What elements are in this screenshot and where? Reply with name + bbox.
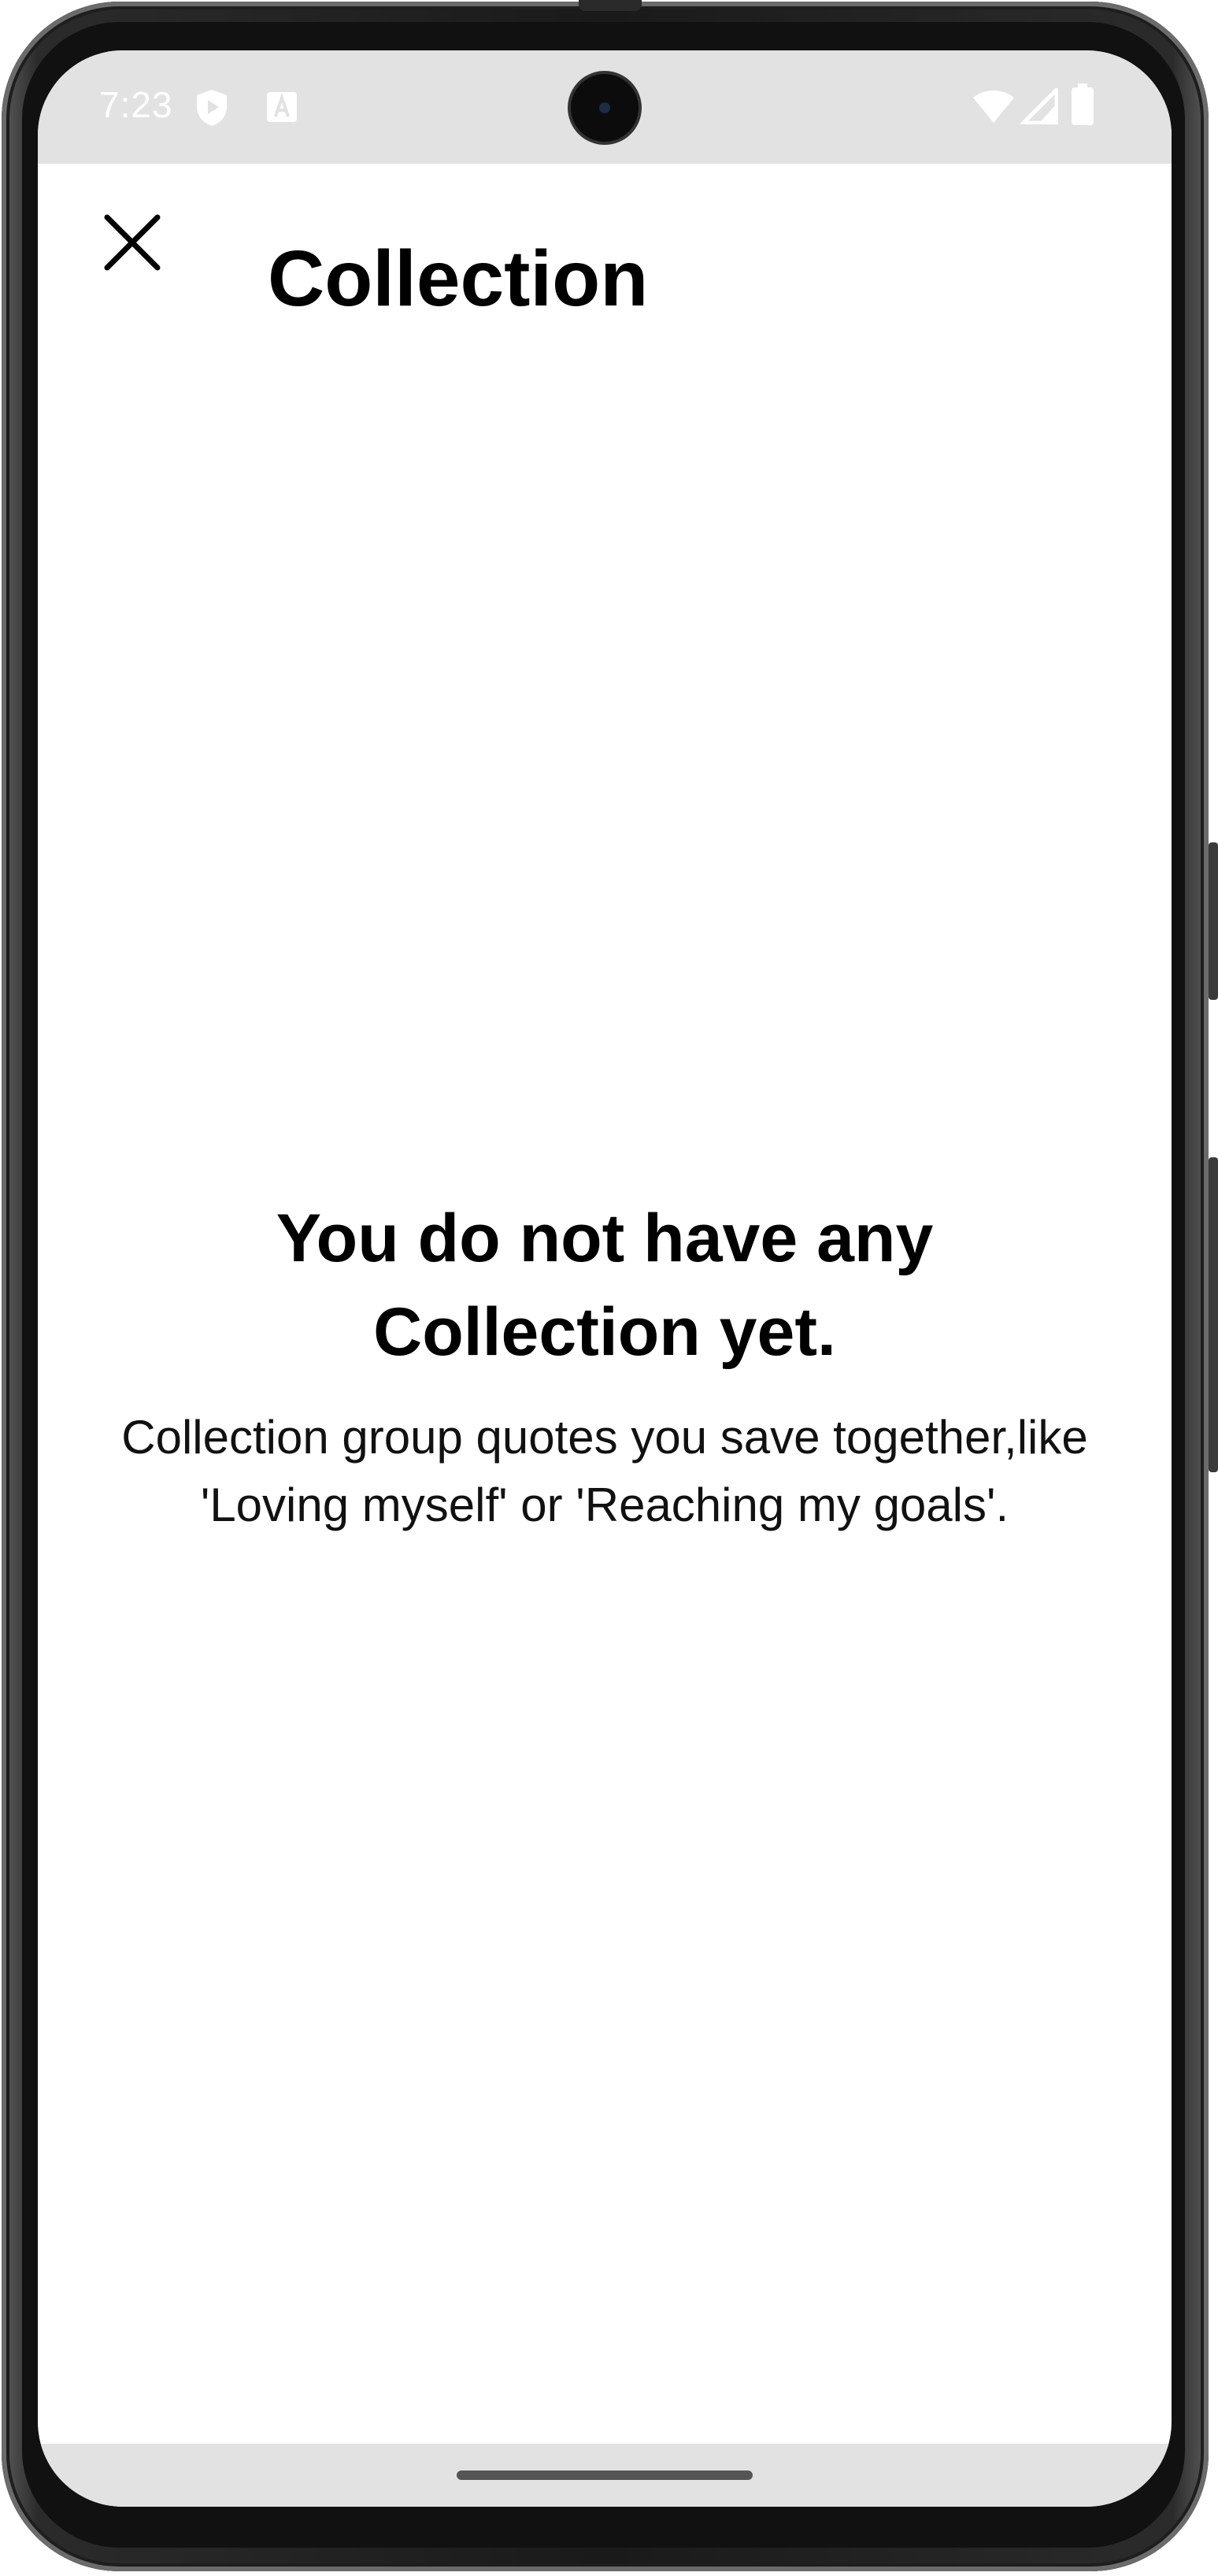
front-camera xyxy=(571,74,639,142)
page-title: Collection xyxy=(268,235,649,323)
close-icon xyxy=(104,214,161,271)
empty-state-description: Collection group quotes you save togethe… xyxy=(121,1411,1088,1531)
empty-state-heading: You do not have any Collection yet. xyxy=(276,1201,934,1370)
status-time: 7:23 xyxy=(99,84,173,125)
status-bar: 7:23 xyxy=(38,50,1172,164)
shield-play-icon xyxy=(197,90,227,126)
wifi-icon xyxy=(973,91,1014,123)
battery-icon xyxy=(1072,83,1094,125)
device: 7:23 Collection You do not have any Coll… xyxy=(0,0,1218,2576)
cell-signal-icon xyxy=(1020,88,1058,124)
close-button[interactable] xyxy=(93,203,172,282)
home-gesture-handle[interactable] xyxy=(457,2471,753,2480)
text-a-icon xyxy=(267,92,297,122)
navigation-bar xyxy=(38,2444,1172,2507)
side-button-top xyxy=(1209,842,1218,1000)
screen: 7:23 Collection You do not have any Coll… xyxy=(38,50,1172,2507)
side-button-volume xyxy=(1209,1157,1218,1472)
speaker-slot xyxy=(579,0,642,11)
empty-state: You do not have any Collection yet. Coll… xyxy=(85,1192,1124,1538)
